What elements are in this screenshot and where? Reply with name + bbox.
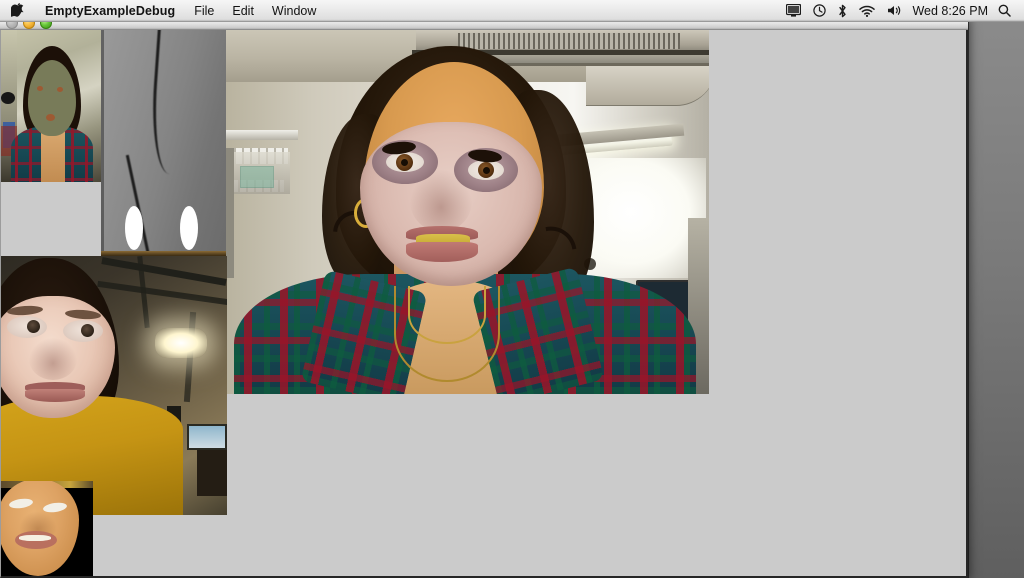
- mesh-point-mouth: [46, 114, 55, 121]
- menu-item-edit[interactable]: Edit: [223, 0, 263, 21]
- search-icon[interactable]: [995, 0, 1018, 21]
- mesh-point-left-eye: [37, 86, 43, 91]
- cropped-face-mask-panel[interactable]: [1, 481, 93, 576]
- thumb-dark-blob: [1, 92, 15, 104]
- grayscale-difference-panel[interactable]: [101, 30, 226, 256]
- panel-left-edge: [101, 30, 104, 256]
- left-post: [226, 148, 234, 278]
- necklace-outer: [394, 286, 500, 382]
- sec-nose-shadow: [29, 338, 77, 380]
- mask-teeth: [19, 535, 51, 541]
- wifi-icon[interactable]: [853, 0, 881, 21]
- bluetooth-icon[interactable]: [832, 0, 853, 21]
- tracked-blob-right: [180, 206, 198, 250]
- sec-iris-left: [27, 320, 40, 333]
- menu-bar[interactable]: EmptyExampleDebug File Edit Window Wed 8…: [0, 0, 1024, 22]
- tracked-source-thumbnail[interactable]: [1, 30, 101, 182]
- volume-icon[interactable]: [881, 0, 909, 21]
- face-mesh-overlay: [28, 60, 76, 136]
- of-canvas[interactable]: [1, 30, 966, 576]
- menu-item-file[interactable]: File: [185, 0, 223, 21]
- sec-ceiling-lamp: [155, 328, 207, 358]
- display-mirroring-icon[interactable]: [780, 0, 807, 21]
- menubar-clock[interactable]: Wed 8:26 PM: [909, 0, 995, 21]
- sec-lower-lip: [25, 389, 85, 402]
- tracked-blob-left: [125, 206, 143, 250]
- application-window[interactable]: [0, 16, 968, 578]
- nose-shadow: [410, 170, 472, 232]
- main-composite-video[interactable]: [226, 30, 709, 394]
- time-machine-icon[interactable]: [807, 0, 832, 21]
- apple-menu-button[interactable]: [0, 0, 35, 21]
- duct-elbow: [586, 66, 709, 106]
- left-shelf-top: [226, 130, 298, 140]
- pupil-right: [483, 167, 490, 174]
- green-sign: [240, 166, 274, 188]
- secondary-composite-video[interactable]: [1, 256, 227, 515]
- sec-background-screen: [187, 424, 227, 450]
- window-content-area: [0, 30, 968, 578]
- pupil-left: [401, 159, 408, 166]
- ceiling-vent: [458, 33, 680, 49]
- sec-iris-right: [81, 324, 94, 337]
- menu-item-window[interactable]: Window: [263, 0, 325, 21]
- sec-dark-figure: [197, 450, 227, 496]
- active-app-menu-title[interactable]: EmptyExampleDebug: [35, 0, 185, 21]
- mesh-point-right-eye: [57, 87, 63, 92]
- lower-lip: [406, 242, 478, 262]
